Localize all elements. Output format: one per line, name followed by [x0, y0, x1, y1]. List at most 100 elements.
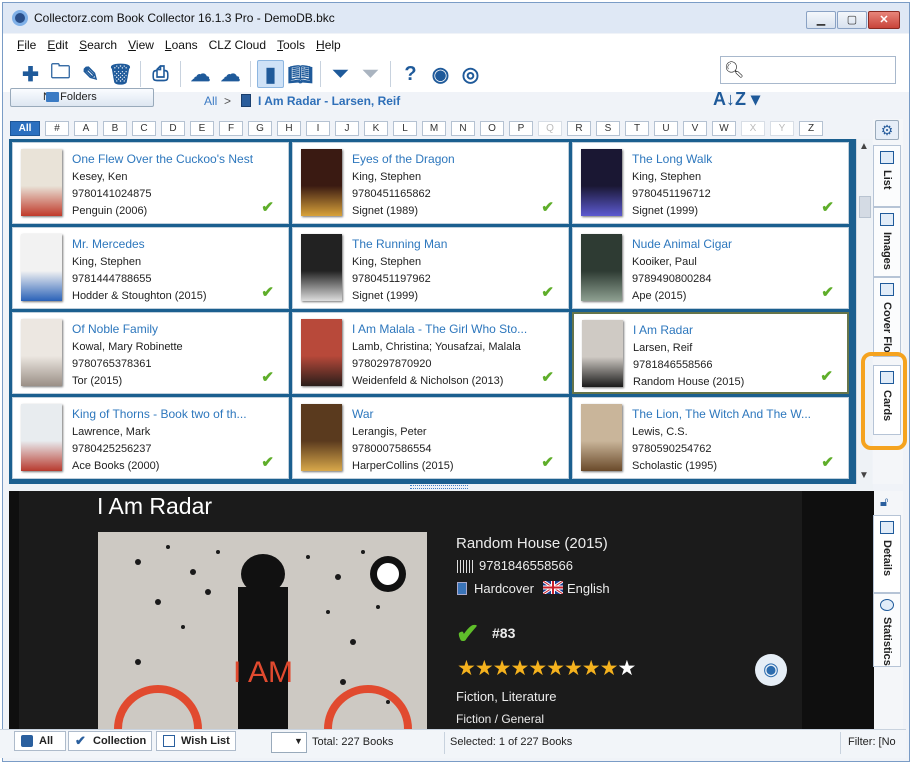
search-icon[interactable]: 🔍︎ [724, 60, 744, 80]
rating-star[interactable]: ★ [600, 657, 619, 680]
alpha-filter-d[interactable]: D [161, 120, 185, 136]
book-card[interactable]: The Long Walk King, Stephen 9780451196712 S… [572, 142, 849, 224]
book-title[interactable]: Mr. Mercedes [72, 237, 282, 251]
menu-edit[interactable]: Edit [47, 38, 68, 52]
alpha-filter-q[interactable]: Q [538, 120, 562, 136]
rating-star[interactable]: ★ [617, 657, 636, 680]
book-title[interactable]: One Flew Over the Cuckoo's Nest [72, 152, 282, 166]
book-card[interactable]: Of Noble Family Kowal, Mary Robinette 9780… [12, 312, 289, 394]
alpha-filter-n[interactable]: N [451, 120, 475, 136]
alpha-filter-a[interactable]: A [74, 120, 98, 136]
menu-help[interactable]: Help [316, 38, 341, 52]
alpha-filter-u[interactable]: U [654, 120, 678, 136]
close-button[interactable]: ✕ [868, 11, 900, 29]
book-card[interactable]: War Lerangis, Peter 9780007586554 HarperCol… [292, 397, 569, 479]
alpha-filter-c[interactable]: C [132, 120, 156, 136]
alpha-filter-b[interactable]: B [103, 120, 127, 136]
alpha-filter-o[interactable]: O [480, 120, 504, 136]
rating-star[interactable]: ★ [475, 657, 494, 680]
status-tab-collection[interactable]: ✔ Collection [68, 731, 152, 751]
search-web-icon[interactable]: ◉︎ [427, 60, 454, 88]
scroll-thumb[interactable] [859, 196, 871, 218]
alpha-filter-e[interactable]: E [190, 120, 214, 136]
alpha-filter-k[interactable]: K [364, 120, 388, 136]
help-icon[interactable]: ?︎ [397, 60, 424, 88]
delete-icon[interactable]: 🗑︎ [107, 60, 134, 88]
tab-cover-flow[interactable]: Cover Flo [873, 277, 901, 357]
rating-star[interactable]: ★ [546, 657, 565, 680]
add-icon[interactable]: ✚︎ [17, 60, 44, 88]
alpha-filter-v[interactable]: V [683, 120, 707, 136]
minimize-button[interactable]: ▁ [806, 11, 836, 29]
book-view-icon[interactable]: ▮︎ [257, 60, 284, 88]
alpha-filter-j[interactable]: J [335, 120, 359, 136]
splitter-grip[interactable] [410, 485, 468, 489]
alpha-filter-all[interactable]: All [10, 120, 40, 136]
book-title[interactable]: I Am Radar [633, 323, 843, 337]
tab-images[interactable]: Images [873, 207, 901, 277]
alpha-filter-f[interactable]: F [219, 120, 243, 136]
maximize-button[interactable]: ▢ [837, 11, 867, 29]
scroll-down-icon[interactable]: ▼ [859, 470, 869, 481]
book-card[interactable]: The Lion, The Witch And The W... Lewis, C… [572, 397, 849, 479]
alpha-filter-hash[interactable]: # [45, 120, 69, 136]
book-card[interactable]: I Am Malala - The Girl Who Sto... Lamb, C… [292, 312, 569, 394]
breadcrumb-all[interactable]: All [204, 94, 217, 108]
menu-file[interactable]: File [17, 38, 36, 52]
status-tab-wishlist[interactable]: Wish List [156, 731, 236, 751]
book-title[interactable]: The Running Man [352, 237, 562, 251]
book-title[interactable]: War [352, 407, 562, 421]
menu-tools[interactable]: Tools [277, 38, 305, 52]
cloud-up-icon[interactable]: ☁︎ [217, 60, 244, 88]
alpha-filter-x[interactable]: X [741, 120, 765, 136]
menu-clz-cloud[interactable]: CLZ Cloud [209, 38, 266, 52]
book-card[interactable]: I Am Radar Larsen, Reif 9781846558566 Rando… [572, 312, 849, 394]
menu-loans[interactable]: Loans [165, 38, 198, 52]
alpha-filter-r[interactable]: R [567, 120, 591, 136]
alpha-filter-w[interactable]: W [712, 120, 736, 136]
alpha-filter-s[interactable]: S [596, 120, 620, 136]
eye-icon[interactable]: ◉ [755, 654, 787, 686]
alpha-filter-l[interactable]: L [393, 120, 417, 136]
edit-icon[interactable]: ✎︎ [77, 60, 104, 88]
add-folder-icon[interactable]: 🗀︎ [47, 60, 74, 88]
print-icon[interactable]: ⎙︎ [147, 60, 174, 88]
rating-star[interactable]: ★ [528, 657, 547, 680]
book-title[interactable]: I Am Malala - The Girl Who Sto... [352, 322, 562, 336]
book-card[interactable]: One Flew Over the Cuckoo's Nest Kesey, Ke… [12, 142, 289, 224]
filter-clear-icon[interactable]: ⏷︎ [357, 60, 384, 88]
alpha-filter-h[interactable]: H [277, 120, 301, 136]
rating-star[interactable]: ★ [564, 657, 583, 680]
scroll-up-icon[interactable]: ▲ [859, 141, 869, 152]
rating-star[interactable]: ★ [582, 657, 601, 680]
webcam-icon[interactable]: ◎︎ [457, 60, 484, 88]
book-card[interactable]: The Running Man King, Stephen 978045119796… [292, 227, 569, 309]
alpha-filter-i[interactable]: I [306, 120, 330, 136]
tab-list[interactable]: List [873, 145, 901, 207]
book-title[interactable]: Eyes of the Dragon [352, 152, 562, 166]
book-title[interactable]: Of Noble Family [72, 322, 282, 336]
book-title[interactable]: Nude Animal Cigar [632, 237, 842, 251]
alpha-filter-z[interactable]: Z [799, 120, 823, 136]
alpha-filter-g[interactable]: G [248, 120, 272, 136]
sort-az-button[interactable]: A↓Z ▾ [713, 89, 760, 110]
book-card[interactable]: Eyes of the Dragon King, Stephen 978045116… [292, 142, 569, 224]
alpha-filter-t[interactable]: T [625, 120, 649, 136]
status-tab-all[interactable]: All [14, 731, 66, 751]
book-title[interactable]: The Long Walk [632, 152, 842, 166]
alpha-filter-p[interactable]: P [509, 120, 533, 136]
rating-star[interactable]: ★ [510, 657, 529, 680]
book-card[interactable]: Nude Animal Cigar Kooiker, Paul 9789490800… [572, 227, 849, 309]
menu-search[interactable]: Search [79, 38, 117, 52]
book-card[interactable]: King of Thorns - Book two of th... Lawren… [12, 397, 289, 479]
menu-view[interactable]: View [128, 38, 154, 52]
alpha-filter-y[interactable]: Y [770, 120, 794, 136]
tab-statistics[interactable]: Statistics [873, 593, 901, 667]
book-card[interactable]: Mr. Mercedes King, Stephen 9781444788655 Ho… [12, 227, 289, 309]
search-input[interactable] [720, 56, 896, 84]
book-title[interactable]: King of Thorns - Book two of th... [72, 407, 282, 421]
filter-icon[interactable]: ⏷︎ [327, 60, 354, 88]
folders-button[interactable]: No Folders [10, 88, 154, 107]
book-title[interactable]: The Lion, The Witch And The W... [632, 407, 842, 421]
tab-details[interactable]: Details [873, 515, 901, 593]
